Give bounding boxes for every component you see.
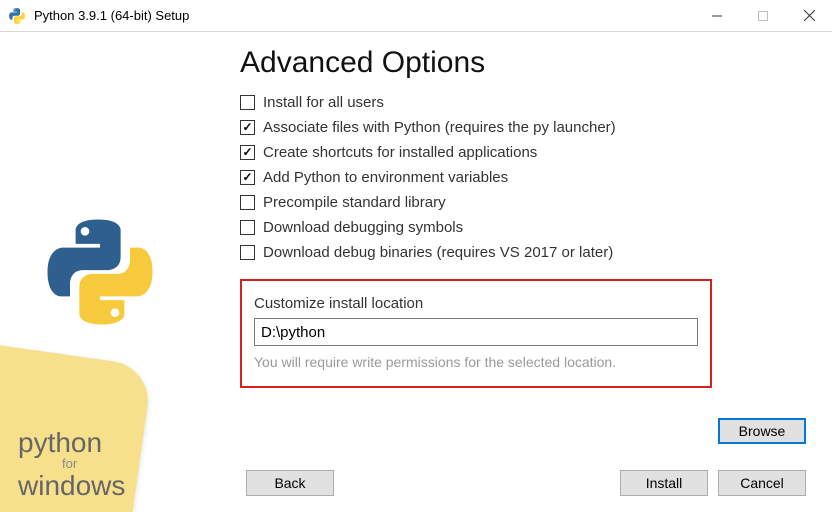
checkbox[interactable]	[240, 195, 255, 210]
brand-for: for	[18, 457, 125, 471]
python-logo	[40, 212, 160, 335]
sidebar: python for windows	[0, 32, 230, 512]
main-panel: Advanced Options Install for all users As…	[230, 32, 832, 512]
option-label: Create shortcuts for installed applicati…	[263, 144, 537, 161]
checkbox[interactable]	[240, 170, 255, 185]
install-location-box: Customize install location You will requ…	[240, 279, 712, 388]
option-label: Install for all users	[263, 94, 384, 111]
option-label: Add Python to environment variables	[263, 169, 508, 186]
option-row[interactable]: Download debugging symbols	[240, 219, 806, 236]
option-row[interactable]: Create shortcuts for installed applicati…	[240, 144, 806, 161]
checkbox[interactable]	[240, 145, 255, 160]
brand-text: python for windows	[18, 428, 125, 500]
option-label: Precompile standard library	[263, 194, 446, 211]
install-location-input[interactable]	[254, 318, 698, 346]
window-title: Python 3.9.1 (64-bit) Setup	[34, 8, 694, 23]
back-button[interactable]: Back	[246, 470, 334, 496]
cancel-button[interactable]: Cancel	[718, 470, 806, 496]
page-title: Advanced Options	[240, 46, 806, 80]
maximize-button	[740, 0, 786, 32]
option-label: Associate files with Python (requires th…	[263, 119, 616, 136]
install-button[interactable]: Install	[620, 470, 708, 496]
option-row[interactable]: Associate files with Python (requires th…	[240, 119, 806, 136]
option-row[interactable]: Download debug binaries (requires VS 201…	[240, 244, 806, 261]
install-location-label: Customize install location	[254, 295, 698, 312]
minimize-button[interactable]	[694, 0, 740, 32]
browse-button[interactable]: Browse	[718, 418, 806, 444]
footer-buttons: Back Install Cancel	[230, 470, 832, 496]
option-label: Download debugging symbols	[263, 219, 463, 236]
option-label: Download debug binaries (requires VS 201…	[263, 244, 613, 261]
close-button[interactable]	[786, 0, 832, 32]
python-icon	[8, 7, 26, 25]
options-list: Install for all users Associate files wit…	[240, 94, 806, 261]
brand-windows: windows	[18, 470, 125, 501]
checkbox[interactable]	[240, 245, 255, 260]
checkbox[interactable]	[240, 120, 255, 135]
checkbox[interactable]	[240, 220, 255, 235]
titlebar: Python 3.9.1 (64-bit) Setup	[0, 0, 832, 32]
brand-python: python	[18, 427, 102, 458]
option-row[interactable]: Install for all users	[240, 94, 806, 111]
install-location-hint: You will require write permissions for t…	[254, 354, 698, 370]
option-row[interactable]: Add Python to environment variables	[240, 169, 806, 186]
option-row[interactable]: Precompile standard library	[240, 194, 806, 211]
checkbox[interactable]	[240, 95, 255, 110]
window-controls	[694, 0, 832, 32]
